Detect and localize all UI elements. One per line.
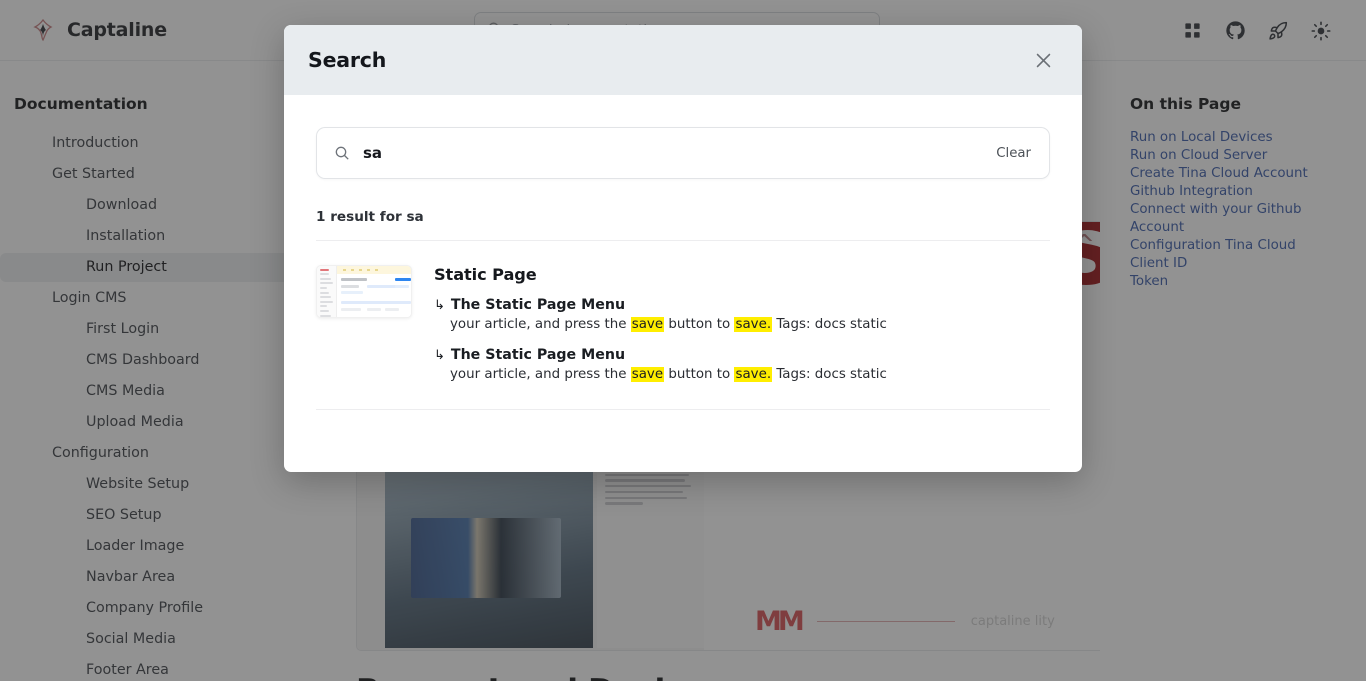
- static-page-thumbnail: [316, 265, 412, 318]
- sub-result-heading-text: The Static Page Menu: [450, 297, 626, 313]
- sub-result-heading[interactable]: ↳ The Static Page Menu: [434, 347, 1050, 363]
- modal-body: Clear 1 result for sa Static Page ↳ The St…: [284, 95, 1082, 472]
- search-result-title[interactable]: Static Page: [434, 265, 1050, 284]
- sub-result-heading-text: The Static Page Menu: [450, 347, 626, 363]
- thumbnail-sidebar: [317, 266, 337, 317]
- search-term-highlight: save: [630, 367, 665, 382]
- thumbnail-topbar: [337, 266, 411, 274]
- clear-search-button[interactable]: Clear: [996, 146, 1031, 161]
- results-top-divider: [316, 240, 1050, 241]
- search-term-highlight: save.: [734, 367, 773, 382]
- thumbnail-content: [337, 274, 411, 317]
- modal-title: Search: [308, 48, 387, 72]
- search-sub-result[interactable]: ↳ The Static Page Menu your article, and p…: [434, 347, 1050, 384]
- search-field-wrapper[interactable]: Clear: [316, 127, 1050, 179]
- sub-result-heading[interactable]: ↳ The Static Page Menu: [434, 297, 1050, 313]
- sub-result-snippet: your article, and press the save button …: [450, 317, 887, 332]
- search-icon: [334, 145, 350, 161]
- search-modal: Search Clear 1 result for sa Static Page…: [284, 25, 1082, 472]
- results-bottom-divider: [316, 409, 1050, 410]
- result-count-label: 1 result for sa: [316, 209, 424, 225]
- sub-result-arrow-icon: ↳: [434, 298, 445, 313]
- sub-result-snippet: your article, and press the save button …: [450, 367, 887, 382]
- sub-result-arrow-icon: ↳: [434, 348, 445, 363]
- search-sub-result[interactable]: ↳ The Static Page Menu your article, and p…: [434, 297, 1050, 334]
- close-icon[interactable]: [1026, 43, 1060, 77]
- modal-header: Search: [284, 25, 1082, 95]
- search-term-highlight: save.: [734, 317, 773, 332]
- search-input[interactable]: [363, 144, 997, 162]
- search-result-content: Static Page ↳ The Static Page Menu your art…: [434, 265, 1050, 384]
- search-result-item[interactable]: Static Page ↳ The Static Page Menu your art…: [316, 265, 1050, 384]
- search-term-highlight: save: [630, 317, 665, 332]
